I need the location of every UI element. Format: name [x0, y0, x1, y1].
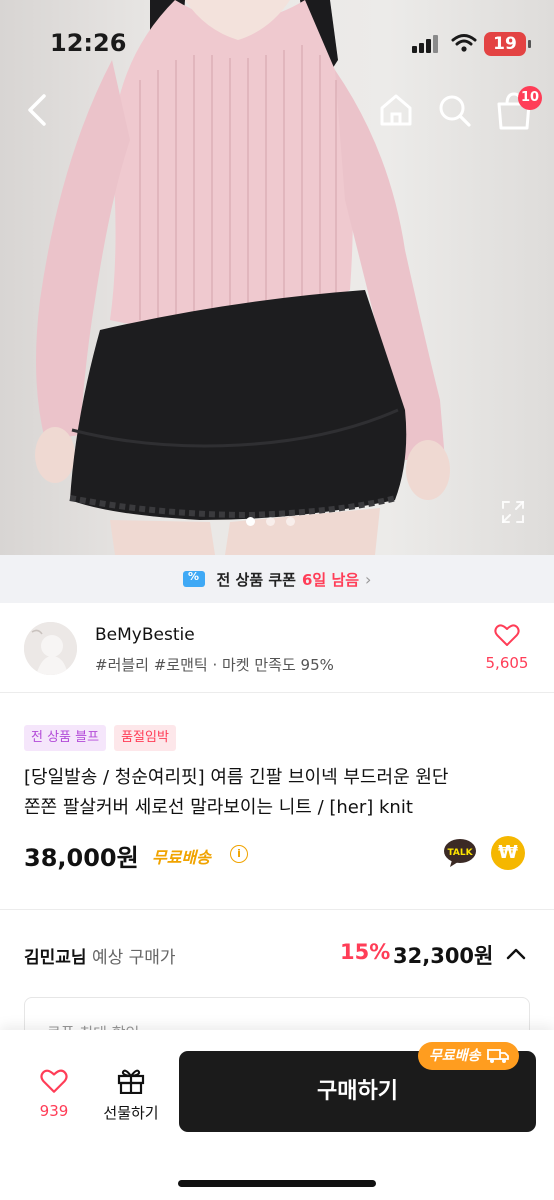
wishlist-button[interactable]: 939 [28, 1068, 80, 1120]
section-divider [0, 909, 554, 910]
product-title-line: [당일발송 / 청순여리핏] 여름 긴팔 브이넥 부드러운 원단 [24, 767, 449, 788]
gift-icon [117, 1069, 145, 1095]
pager-dot-active[interactable] [246, 517, 255, 526]
home-icon[interactable] [378, 90, 414, 130]
free-shipping-label: 무료배송 [152, 848, 211, 867]
point-won-icon[interactable]: ₩ [491, 836, 525, 870]
gift-label: 선물하기 [103, 1104, 159, 1122]
coupon-ticket-icon [182, 570, 205, 587]
truck-icon [486, 1049, 509, 1063]
user-name: 김민교님 [24, 948, 87, 968]
product-title: [당일발송 / 청순여리핏] 여름 긴팔 브이넥 부드러운 원단 쫀쫀 팔살커버… [24, 763, 534, 823]
expected-price-text: 예상 구매가 [86, 948, 176, 968]
expected-discount-rate: 15% [340, 940, 391, 964]
cellular-signal-icon [412, 35, 438, 53]
gallery-pager[interactable] [246, 517, 295, 526]
seller-tags: #러블리 #로맨틱 · 마켓 만족도 95% [95, 656, 334, 674]
pager-dot[interactable] [266, 517, 275, 526]
bottom-action-bar: 939 선물하기 구매하기 무료배송 [0, 1030, 554, 1200]
product-badges: 전 상품 블프 품절임박 [24, 725, 176, 751]
fullscreen-expand-icon[interactable] [500, 499, 526, 525]
battery-indicator: 19 [484, 32, 531, 56]
wifi-icon [451, 34, 477, 52]
kakaotalk-share-icon[interactable]: TALK [443, 838, 477, 868]
status-time: 12:26 [50, 29, 127, 57]
expected-price: 32,300원 [393, 944, 494, 968]
product-price: 38,000원 [24, 844, 139, 872]
avatar-image [24, 622, 77, 675]
product-title-line: 쫀쫀 팔살커버 세로선 말라보이는 니트 / [her] knit [24, 797, 413, 818]
talk-label: TALK [447, 848, 473, 858]
product-image-gallery[interactable]: 12:26 19 10 [0, 0, 554, 555]
free-shipping-pill: 무료배송 [418, 1042, 519, 1070]
home-indicator [178, 1180, 376, 1187]
heart-outline-icon [40, 1069, 68, 1093]
search-icon[interactable] [436, 90, 472, 130]
chevron-up-icon[interactable] [502, 940, 530, 968]
seller-avatar[interactable] [24, 622, 77, 675]
wishlist-count: 939 [39, 1102, 69, 1120]
seller-like-count: 5,605 [485, 654, 529, 672]
seller-section[interactable]: BeMyBestie #러블리 #로맨틱 · 마켓 만족도 95% 5,605 [0, 603, 554, 693]
cart-count-badge: 10 [518, 86, 542, 110]
heart-outline-icon [494, 624, 520, 646]
gift-button[interactable]: 선물하기 [96, 1066, 166, 1123]
coupon-days-left: 6일 남음 [301, 570, 360, 589]
expected-price-label: 김민교님 예상 구매가 [24, 943, 176, 968]
seller-like-button[interactable]: 5,605 [480, 623, 534, 672]
back-button[interactable] [20, 90, 56, 130]
free-shipping-pill-label: 무료배송 [429, 1048, 481, 1064]
promo-badge: 전 상품 블프 [24, 725, 107, 751]
seller-name[interactable]: BeMyBestie [95, 625, 195, 645]
pager-dot[interactable] [286, 517, 295, 526]
low-stock-badge: 품절임박 [114, 725, 176, 751]
status-bar: 12:26 19 [0, 0, 554, 90]
coupon-banner-text: 전 상품 쿠폰 [216, 570, 296, 589]
info-icon[interactable]: i [230, 845, 248, 863]
coupon-banner[interactable]: 전 상품 쿠폰 6일 남음 › [0, 555, 554, 603]
chevron-right-icon: › [365, 569, 372, 589]
